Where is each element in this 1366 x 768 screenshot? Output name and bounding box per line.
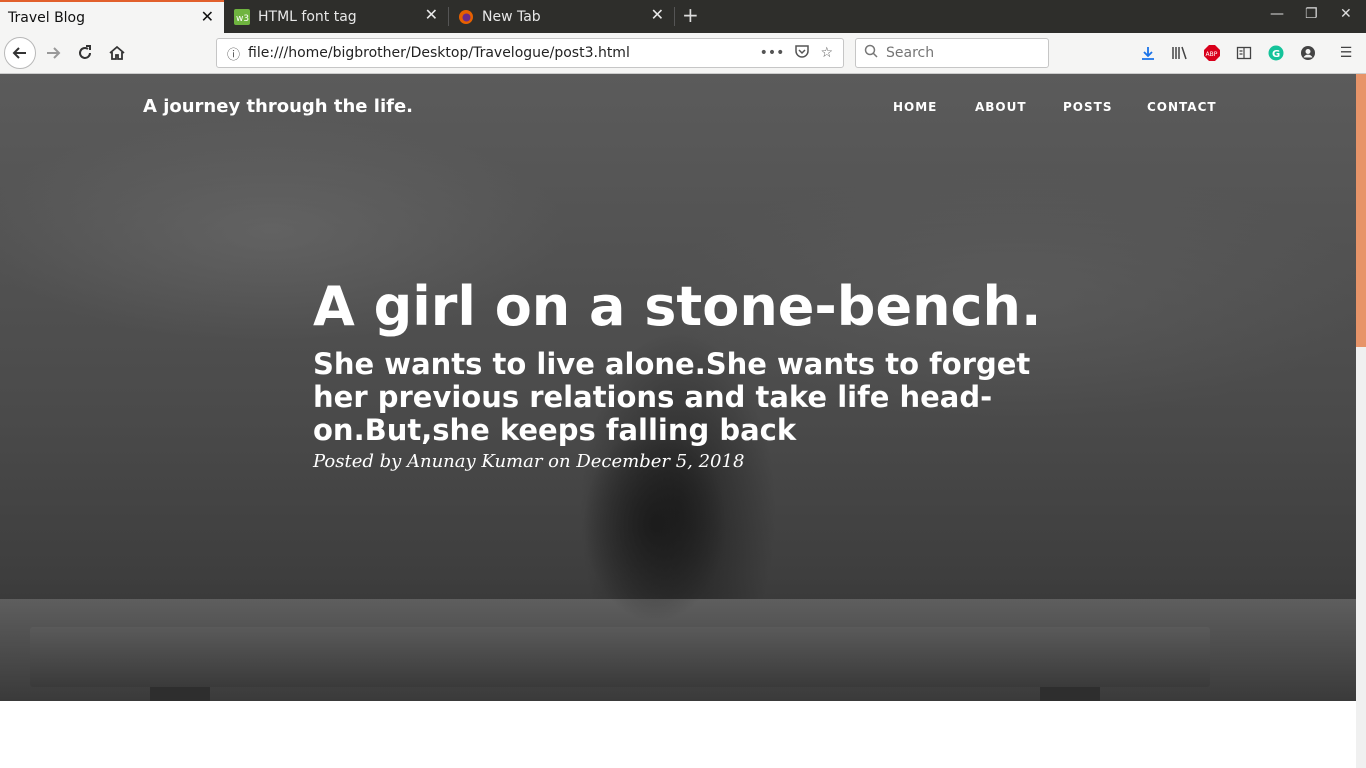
firefox-favicon-icon <box>458 9 474 25</box>
reader-view-icon[interactable] <box>1234 43 1254 63</box>
back-arrow-icon[interactable] <box>4 37 36 69</box>
account-icon[interactable] <box>1298 43 1318 63</box>
library-icon[interactable] <box>1170 43 1190 63</box>
tab-title: Travel Blog <box>8 9 86 26</box>
tab-divider <box>674 7 675 26</box>
navigation-toolbar: ⓘ file:///home/bigbrother/Desktop/Travel… <box>0 33 1366 74</box>
url-text[interactable]: file:///home/bigbrother/Desktop/Travelog… <box>248 45 760 61</box>
minimize-icon[interactable]: — <box>1270 6 1284 22</box>
nav-posts[interactable]: POSTS <box>1063 100 1112 114</box>
page-actions-ellipsis-icon[interactable]: ••• <box>760 45 785 61</box>
svg-text:w3: w3 <box>236 14 249 24</box>
scrollbar-thumb[interactable] <box>1356 74 1366 347</box>
tab-travel-blog[interactable]: Travel Blog ✕ <box>0 0 224 33</box>
svg-text:G: G <box>1272 49 1280 60</box>
search-input[interactable] <box>884 44 1028 62</box>
bookmark-star-icon[interactable]: ☆ <box>820 45 833 61</box>
tab-strip: Travel Blog ✕ w3 HTML font tag ✕ New Tab… <box>0 0 1366 33</box>
home-icon[interactable] <box>101 37 133 69</box>
nav-contact[interactable]: CONTACT <box>1147 100 1217 114</box>
tab-html-font-tag[interactable]: w3 HTML font tag ✕ <box>226 0 448 33</box>
tab-title: HTML font tag <box>258 8 357 25</box>
site-brand[interactable]: A journey through the life. <box>143 96 413 117</box>
close-window-icon[interactable]: ✕ <box>1340 6 1352 22</box>
adblock-plus-icon[interactable]: ABP <box>1202 43 1222 63</box>
nav-home[interactable]: HOME <box>893 100 937 114</box>
search-icon <box>864 44 878 62</box>
bench-leg <box>1040 687 1100 701</box>
restore-icon[interactable]: ❐ <box>1305 6 1318 22</box>
hero-header: A journey through the life. HOME ABOUT P… <box>0 74 1356 701</box>
downloads-icon[interactable] <box>1138 43 1158 63</box>
close-tab-icon[interactable]: ✕ <box>651 7 664 23</box>
grammarly-icon[interactable]: G <box>1266 43 1286 63</box>
new-tab-plus-icon[interactable]: + <box>682 3 699 27</box>
tab-divider <box>448 7 449 26</box>
page-viewport: A journey through the life. HOME ABOUT P… <box>0 74 1356 768</box>
post-meta: Posted by Anunay Kumar on December 5, 20… <box>313 451 745 472</box>
pocket-icon[interactable] <box>794 43 810 63</box>
post-subtitle: She wants to live alone.She wants to for… <box>313 347 1031 447</box>
post-heading: A girl on a stone-bench. She wants to li… <box>313 274 1073 472</box>
bench-leg <box>150 687 210 701</box>
page-scrollbar[interactable] <box>1356 74 1366 768</box>
forward-arrow-icon[interactable] <box>37 37 69 69</box>
tab-title: New Tab <box>482 8 541 25</box>
tab-new-tab[interactable]: New Tab ✕ <box>450 0 674 33</box>
post-title: A girl on a stone-bench. <box>313 275 1042 338</box>
close-tab-icon[interactable]: ✕ <box>201 9 214 25</box>
hamburger-menu-icon[interactable]: ☰ <box>1336 43 1356 63</box>
site-info-icon[interactable]: ⓘ <box>227 44 240 63</box>
svg-text:ABP: ABP <box>1206 51 1218 58</box>
reload-icon[interactable] <box>69 37 101 69</box>
search-box[interactable] <box>855 38 1049 68</box>
address-bar[interactable]: ⓘ file:///home/bigbrother/Desktop/Travel… <box>216 38 844 68</box>
stone-bench <box>30 627 1210 687</box>
w3schools-favicon-icon: w3 <box>234 8 250 25</box>
close-tab-icon[interactable]: ✕ <box>425 7 438 23</box>
nav-about[interactable]: ABOUT <box>975 100 1027 114</box>
